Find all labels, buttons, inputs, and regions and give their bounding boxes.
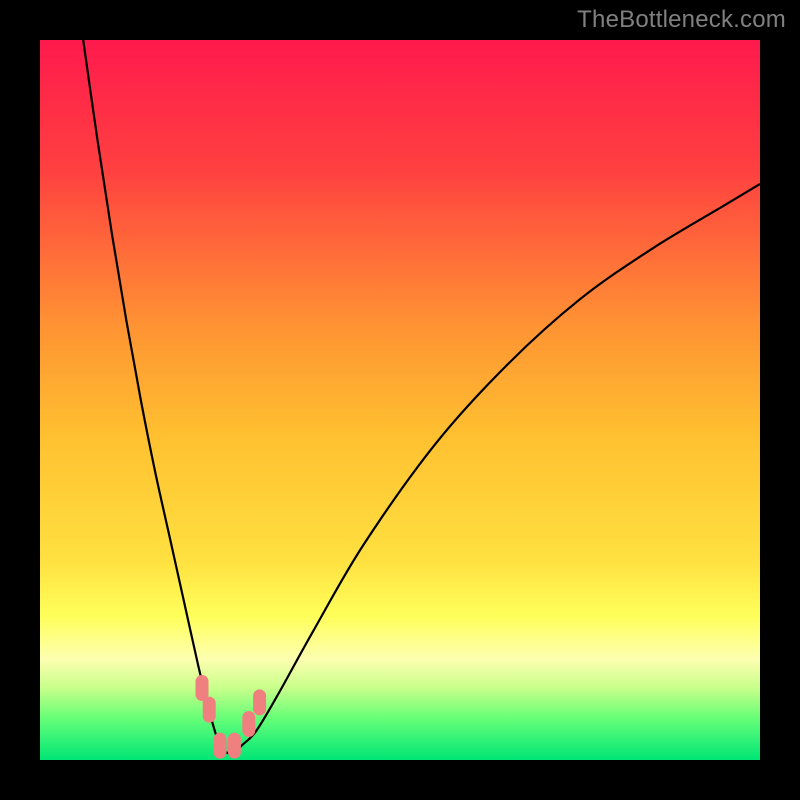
- watermark-text: TheBottleneck.com: [577, 6, 786, 34]
- bottom-left-marker: [214, 733, 227, 759]
- right-lower-marker: [242, 711, 255, 737]
- plot-area: [40, 40, 760, 760]
- chart-canvas: [40, 40, 760, 760]
- gradient-background: [40, 40, 760, 760]
- left-upper-marker: [196, 675, 209, 701]
- right-upper-marker: [253, 689, 266, 715]
- left-lower-marker: [203, 697, 216, 723]
- chart-frame: TheBottleneck.com: [0, 0, 800, 800]
- bottom-right-marker: [228, 733, 241, 759]
